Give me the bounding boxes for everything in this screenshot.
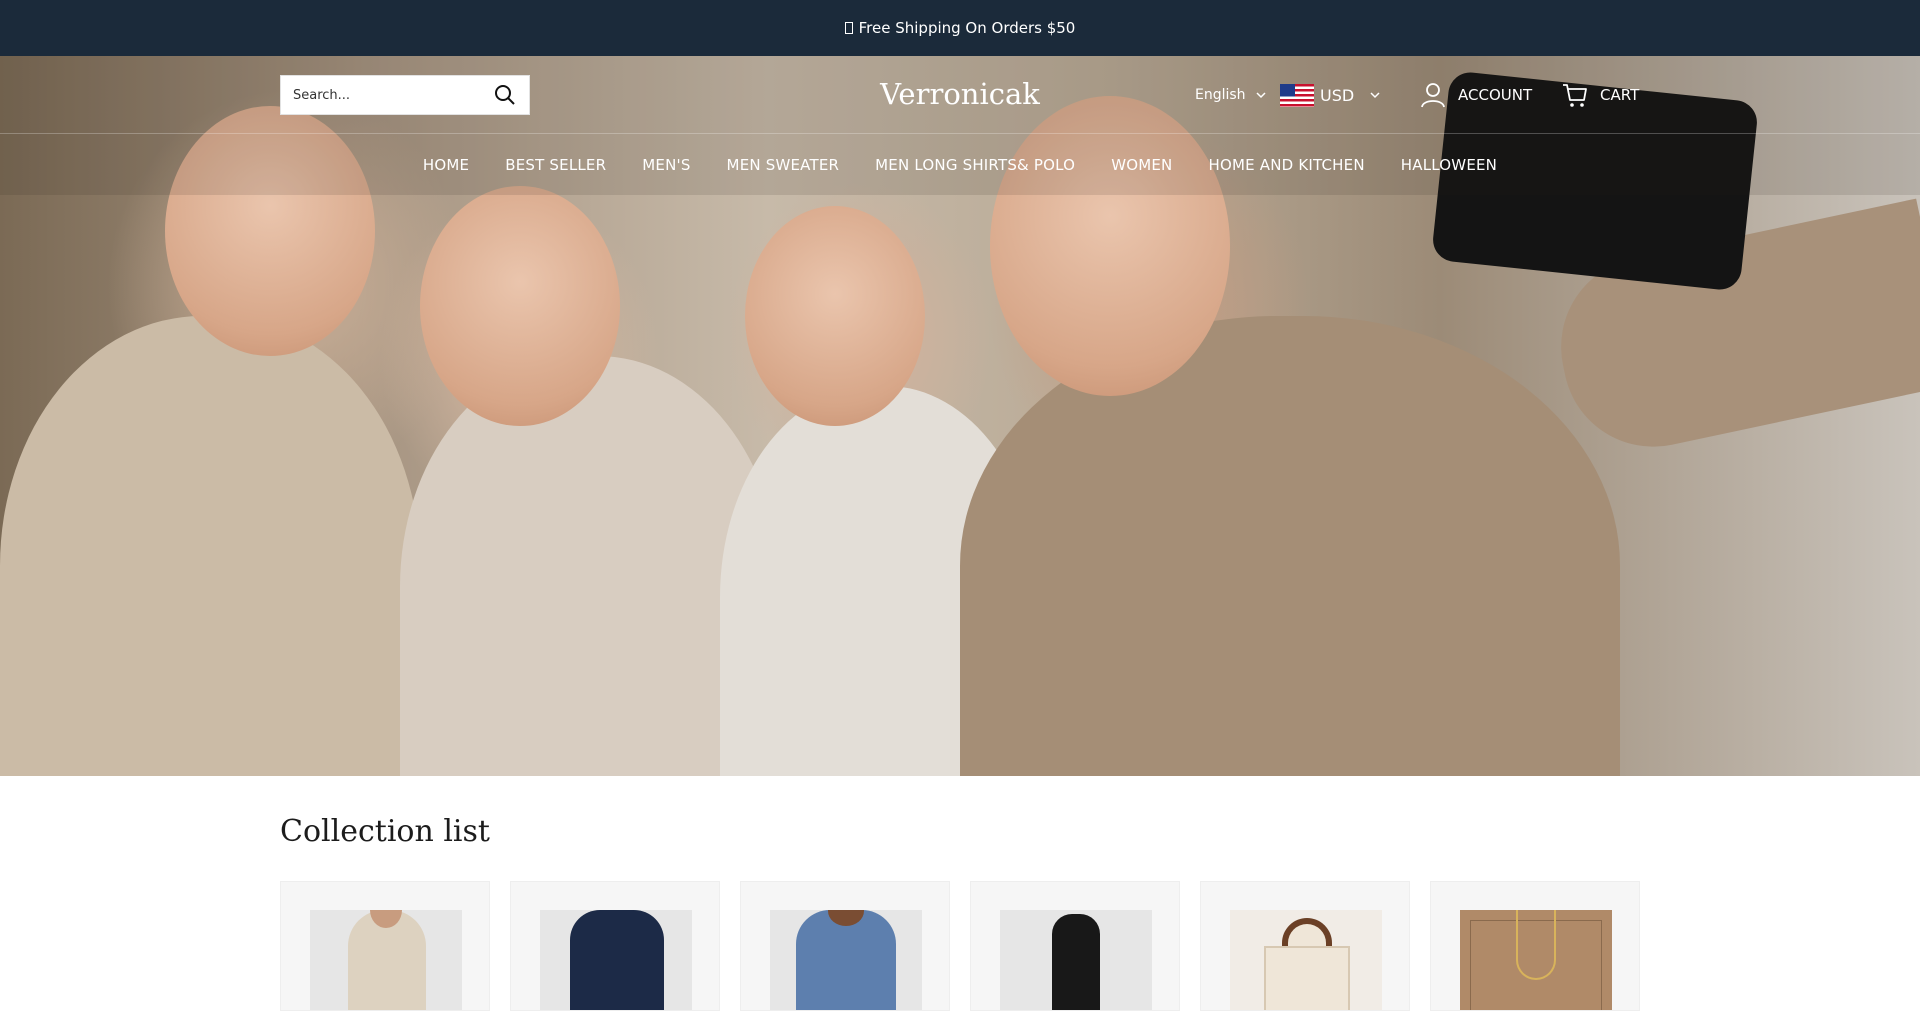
announcement-icon: [844, 22, 853, 34]
collection-card-bags[interactable]: [1200, 881, 1410, 1011]
us-flag-icon: [1280, 83, 1314, 107]
collection-image: [770, 910, 922, 1010]
user-icon: [1421, 83, 1445, 108]
account-link[interactable]: ACCOUNT: [1418, 78, 1532, 112]
search-icon[interactable]: [493, 83, 517, 107]
collection-list-section: Collection list: [280, 776, 1640, 1011]
collection-image: [1460, 910, 1612, 1010]
collection-image: [540, 910, 692, 1010]
nav-item-home[interactable]: HOME: [423, 156, 469, 174]
site-logo[interactable]: Verronicak: [800, 72, 1120, 116]
collection-image: [1230, 910, 1382, 1010]
collection-card-men-sweater[interactable]: [280, 881, 490, 1011]
announcement-text: Free Shipping On Orders $50: [858, 19, 1076, 37]
nav-item-best-seller[interactable]: BEST SELLER: [505, 156, 606, 174]
necklace-image: [1516, 910, 1556, 980]
shirt-image: [570, 910, 664, 1010]
hero-person-1: [0, 316, 420, 776]
collection-image: [1000, 910, 1152, 1010]
dress-image: [1052, 914, 1100, 1010]
hero-person-4: [960, 316, 1620, 776]
cart-label: CART: [1600, 86, 1640, 104]
chevron-down-icon: [1370, 92, 1380, 99]
chevron-down-icon: [1256, 92, 1266, 99]
main-navigation: HOME BEST SELLER MEN'S MEN SWEATER MEN L…: [0, 134, 1920, 195]
nav-item-mens[interactable]: MEN'S: [642, 156, 690, 174]
search-input[interactable]: [293, 87, 493, 103]
currency-label: USD: [1320, 85, 1355, 105]
nav-item-women[interactable]: WOMEN: [1111, 156, 1172, 174]
section-title: Collection list: [280, 814, 490, 849]
nav-item-halloween[interactable]: HALLOWEEN: [1401, 156, 1497, 174]
nav-item-men-long-shirts-polo[interactable]: MEN LONG SHIRTS& POLO: [875, 156, 1075, 174]
hero-face-2: [420, 186, 620, 426]
language-selector[interactable]: English: [1195, 84, 1268, 106]
search-box[interactable]: [280, 75, 530, 115]
collection-cards: [280, 881, 1640, 1011]
nav-item-men-sweater[interactable]: MEN SWEATER: [727, 156, 840, 174]
collection-image: [310, 910, 462, 1010]
announcement-bar: Free Shipping On Orders $50: [0, 0, 1920, 56]
account-label: ACCOUNT: [1458, 86, 1533, 104]
cart-icon: [1563, 84, 1587, 107]
nav-item-home-and-kitchen[interactable]: HOME AND KITCHEN: [1208, 156, 1364, 174]
cart-link[interactable]: CART: [1560, 78, 1639, 112]
currency-selector[interactable]: USD: [1280, 80, 1382, 110]
collection-card-women[interactable]: [970, 881, 1180, 1011]
handbag-image: [1264, 946, 1350, 1010]
collection-card-men-tshirts[interactable]: [740, 881, 950, 1011]
collection-card-men-shirts[interactable]: [510, 881, 720, 1011]
language-label: English: [1195, 87, 1246, 103]
collection-card-jewelry[interactable]: [1430, 881, 1640, 1011]
hero-face-3: [745, 206, 925, 426]
